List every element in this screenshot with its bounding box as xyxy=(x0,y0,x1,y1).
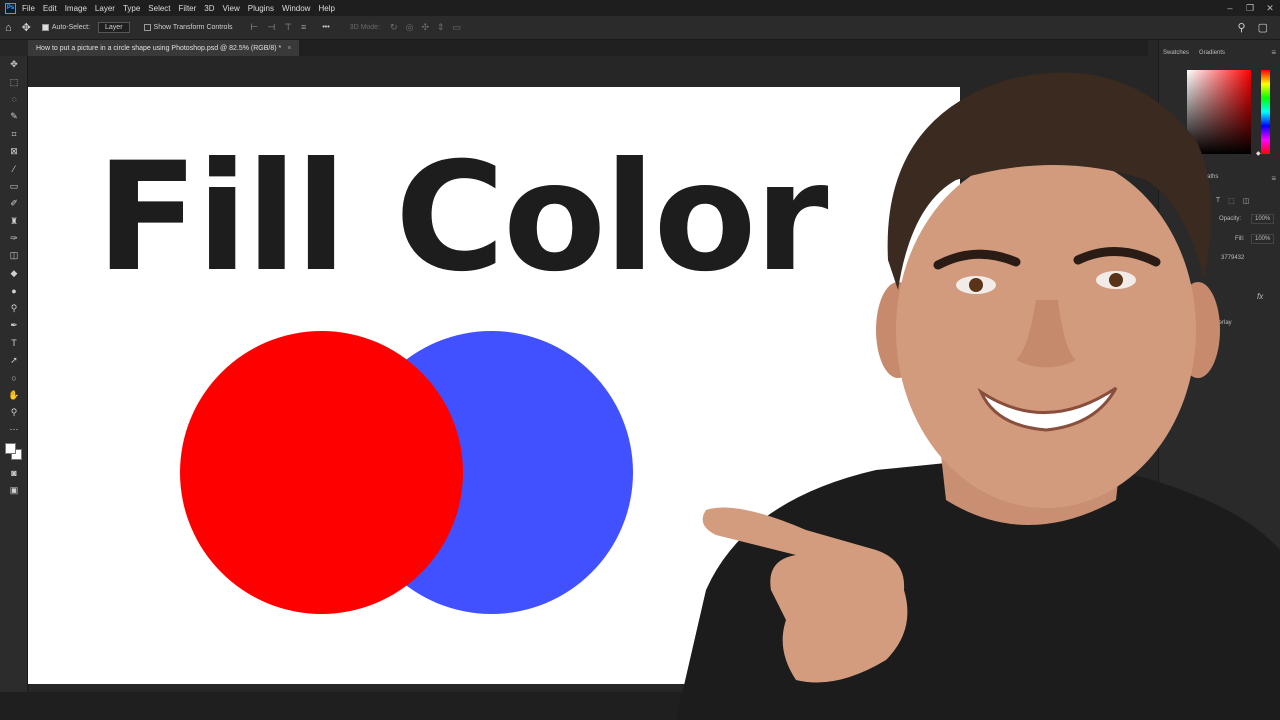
minimize-icon[interactable]: – xyxy=(1220,3,1240,14)
menu-layer[interactable]: Layer xyxy=(95,4,115,13)
type-icon[interactable]: T xyxy=(0,334,28,351)
menu-filter[interactable]: Filter xyxy=(179,4,197,13)
menu-type[interactable]: Type xyxy=(123,4,140,13)
ellipse-icon[interactable]: ○ xyxy=(0,369,28,386)
more-tools-icon[interactable]: ⋯ xyxy=(0,421,28,438)
eyedropper-icon[interactable]: ⁄ xyxy=(0,160,28,177)
window-controls: – ❐ ✕ xyxy=(1220,3,1280,14)
align-left-icon[interactable]: ⊢ xyxy=(251,22,259,33)
menu-edit[interactable]: Edit xyxy=(43,4,57,13)
screen-mode-icon[interactable]: ▣ xyxy=(0,482,28,499)
hand-icon[interactable]: ✋ xyxy=(0,386,28,403)
menu-3d[interactable]: 3D xyxy=(204,4,214,13)
crop-icon[interactable]: ⌗ xyxy=(0,126,28,143)
close-window-icon[interactable]: ✕ xyxy=(1260,3,1280,14)
move-icon[interactable]: ✥ xyxy=(0,56,28,73)
document-tab[interactable]: How to put a picture in a circle shape u… xyxy=(28,40,300,56)
menu-bar: Ps File Edit Image Layer Type Select Fil… xyxy=(0,0,1280,16)
transform-controls-checkbox[interactable] xyxy=(143,24,151,31)
brush-icon[interactable]: ✐ xyxy=(0,195,28,212)
auto-select-checkbox[interactable] xyxy=(41,24,49,31)
menu-window[interactable]: Window xyxy=(282,4,310,13)
mode-3d-icons-group: ↻ ◎ ✣ ⇕ ▭ xyxy=(390,22,461,33)
frame-icon[interactable]: ⊠ xyxy=(0,143,28,160)
camera-icon[interactable]: ▭ xyxy=(453,22,462,33)
auto-select-label: Auto-Select: xyxy=(51,24,91,31)
stamp-icon[interactable]: ♜ xyxy=(0,213,28,230)
dodge-icon[interactable]: ⚲ xyxy=(0,299,28,316)
distribute-icon[interactable]: ≡ xyxy=(301,22,306,33)
roll-icon[interactable]: ◎ xyxy=(406,22,414,33)
quick-select-icon[interactable]: ✎ xyxy=(0,108,28,125)
menu-plugins[interactable]: Plugins xyxy=(248,4,274,13)
align-icons-group: ⊢ ⊣ ⊤ ≡ xyxy=(251,22,307,33)
paint-bucket-icon[interactable]: ◆ xyxy=(0,265,28,282)
quick-mask-icon[interactable]: ◙ xyxy=(0,465,28,482)
eraser-icon[interactable]: ◫ xyxy=(0,247,28,264)
orbit-icon[interactable]: ↻ xyxy=(390,22,398,33)
more-options-button[interactable]: ••• xyxy=(322,24,329,31)
move-tool-icon[interactable]: ✥ xyxy=(22,21,31,34)
presenter-photo xyxy=(676,72,1280,720)
pen-icon[interactable]: ✒ xyxy=(0,317,28,334)
lasso-icon[interactable]: ◌ xyxy=(0,91,28,108)
auto-select-target-dropdown[interactable]: Layer xyxy=(98,22,130,33)
maximize-icon[interactable]: ❐ xyxy=(1240,3,1260,14)
foreground-color[interactable] xyxy=(5,442,16,454)
drag-3d-icon[interactable]: ✣ xyxy=(421,22,429,33)
healing-icon[interactable]: ▭ xyxy=(0,178,28,195)
menu-help[interactable]: Help xyxy=(318,4,334,13)
menu-file[interactable]: File xyxy=(22,4,35,13)
close-tab-icon[interactable]: × xyxy=(287,45,291,52)
menu-view[interactable]: View xyxy=(223,4,240,13)
home-icon[interactable]: ⌂ xyxy=(5,22,12,34)
align-center-icon[interactable]: ⊣ xyxy=(267,22,275,33)
slide-3d-icon[interactable]: ⇕ xyxy=(437,22,445,33)
transform-controls-label: Show Transform Controls xyxy=(153,24,233,31)
red-circle-shape[interactable] xyxy=(180,331,463,614)
document-tab-title: How to put a picture in a circle shape u… xyxy=(36,44,282,52)
align-right-icon[interactable]: ⊤ xyxy=(284,22,292,33)
path-select-icon[interactable]: ➚ xyxy=(0,352,28,369)
zoom-icon[interactable]: ⚲ xyxy=(0,404,28,421)
mode-3d-label: 3D Mode: xyxy=(349,24,381,31)
tools-panel: ✥ ⬚ ◌ ✎ ⌗ ⊠ ⁄ ▭ ✐ ♜ ✑ ◫ ◆ ● ⚲ ✒ T ➚ ○ ✋ … xyxy=(0,56,28,720)
photoshop-logo-icon[interactable]: Ps xyxy=(5,2,16,14)
marquee-icon[interactable]: ⬚ xyxy=(0,73,28,90)
menu-select[interactable]: Select xyxy=(148,4,170,13)
color-swatches[interactable] xyxy=(0,439,28,465)
history-brush-icon[interactable]: ✑ xyxy=(0,230,28,247)
blur-icon[interactable]: ● xyxy=(0,282,28,299)
menu-image[interactable]: Image xyxy=(65,4,87,13)
